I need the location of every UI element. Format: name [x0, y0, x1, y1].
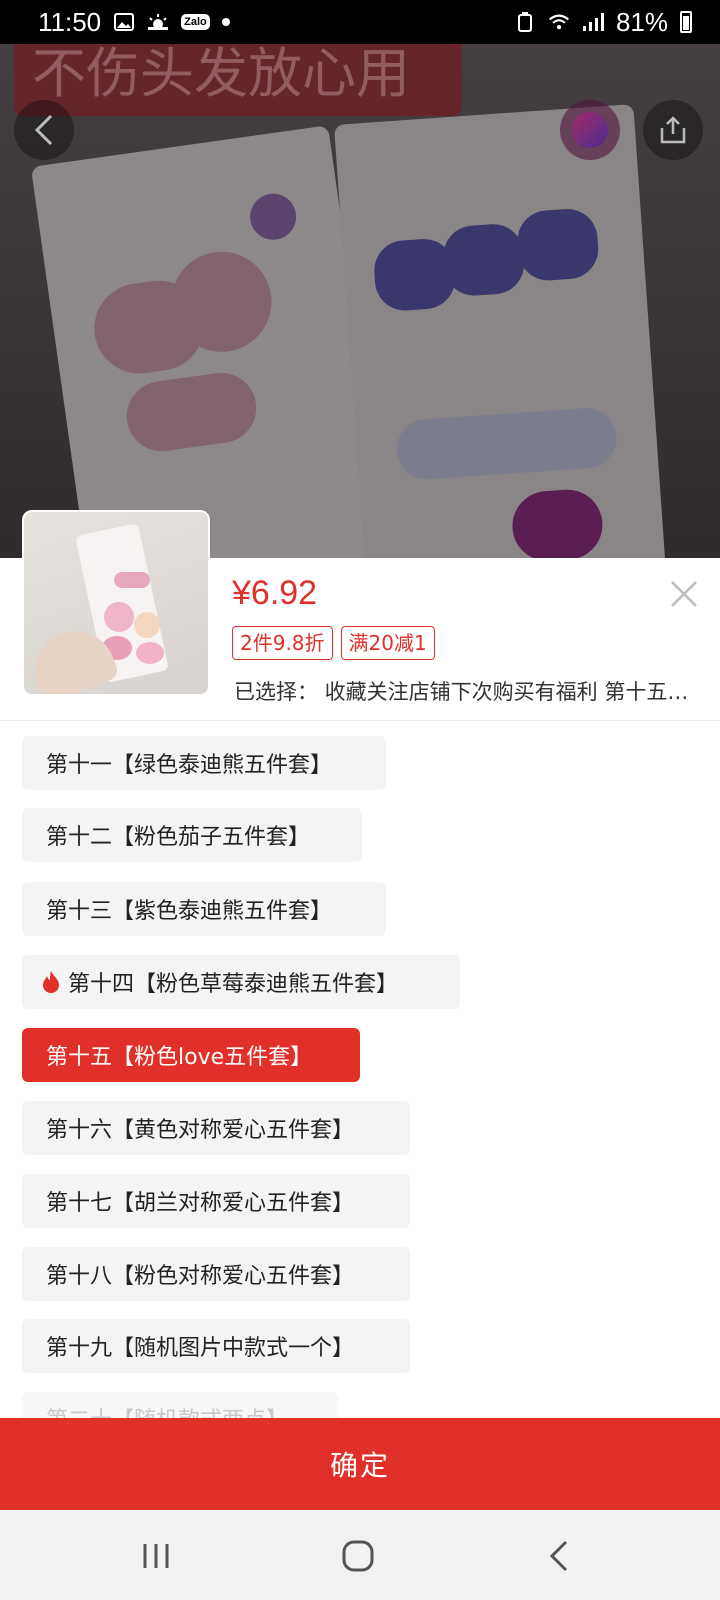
home-icon	[342, 1540, 374, 1572]
system-nav-bar	[0, 1510, 720, 1600]
close-icon	[671, 581, 697, 607]
weather-icon	[147, 11, 169, 33]
zalo-icon: Zalo	[181, 14, 210, 30]
variant-option[interactable]: 第十六【黄色对称爱心五件套】	[22, 1101, 410, 1155]
confirm-button[interactable]: 确定	[0, 1418, 720, 1510]
close-button[interactable]	[664, 574, 704, 614]
promo-tag: 满20减1	[340, 626, 435, 660]
variant-option-hot[interactable]: 第十四【粉色草莓泰迪熊五件套】	[22, 955, 460, 1009]
chevron-left-icon	[34, 114, 53, 146]
back-icon	[549, 1540, 568, 1572]
shop-avatar-button[interactable]	[560, 100, 620, 160]
nav-back-button[interactable]	[540, 1536, 580, 1576]
variant-option[interactable]: 第十七【胡兰对称爱心五件套】	[22, 1174, 410, 1228]
share-button[interactable]	[643, 100, 703, 160]
variant-option-label: 第十二【粉色茄子五件套】	[46, 825, 311, 850]
variant-option-label: 第十四【粉色草莓泰迪熊五件套】	[68, 972, 399, 997]
variant-option-label: 第十八【粉色对称爱心五件套】	[46, 1264, 355, 1289]
product-image: 不伤头发放心用	[0, 44, 720, 558]
variant-option-label: 第十七【胡兰对称爱心五件套】	[46, 1191, 355, 1216]
variant-option-label: 第十六【黄色对称爱心五件套】	[46, 1118, 355, 1143]
variant-option-selected[interactable]: 第十五【粉色love五件套】	[22, 1028, 360, 1082]
status-time: 11:50	[38, 6, 102, 37]
variant-option[interactable]: 第十三【紫色泰迪熊五件套】	[22, 882, 386, 936]
battery-icon	[680, 11, 692, 33]
price: ¥6.92	[232, 574, 318, 612]
gallery-icon	[113, 11, 135, 33]
back-button[interactable]	[14, 100, 74, 160]
product-thumbnail[interactable]	[22, 510, 210, 696]
promo-tags: 2件9.8折 满20减1	[232, 626, 435, 660]
variant-option[interactable]: 第十八【粉色对称爱心五件套】	[22, 1247, 410, 1301]
promo-tag: 2件9.8折	[232, 626, 333, 660]
battery-percentage: 81%	[615, 6, 668, 37]
signal-icon	[582, 11, 604, 33]
variant-option-label: 第十一【绿色泰迪熊五件套】	[46, 753, 333, 778]
variant-option[interactable]: 第十九【随机图片中款式一个】	[22, 1319, 410, 1373]
shop-avatar	[572, 112, 608, 148]
variant-option[interactable]: 第十二【粉色茄子五件套】	[22, 808, 362, 862]
divider	[0, 720, 720, 721]
fire-icon	[43, 971, 59, 993]
selected-variant-text: 已选择： 收藏关注店铺下次购买有福利 第十五【粉色love五件套】	[234, 680, 694, 704]
notification-dot-icon	[221, 18, 230, 26]
wifi-icon	[548, 11, 570, 33]
recycle-icon	[514, 11, 536, 33]
variant-option-label: 第十九【随机图片中款式一个】	[46, 1336, 355, 1361]
recent-apps-button[interactable]	[136, 1536, 176, 1576]
status-bar: 11:50 Zalo 81%	[0, 0, 720, 44]
home-button[interactable]	[338, 1536, 378, 1576]
recent-apps-icon	[143, 1544, 169, 1568]
share-icon	[660, 116, 686, 144]
variant-option-label: 第十五【粉色love五件套】	[46, 1045, 313, 1070]
variant-option-label: 第十三【紫色泰迪熊五件套】	[46, 899, 333, 924]
variant-option[interactable]: 第十一【绿色泰迪熊五件套】	[22, 736, 386, 790]
